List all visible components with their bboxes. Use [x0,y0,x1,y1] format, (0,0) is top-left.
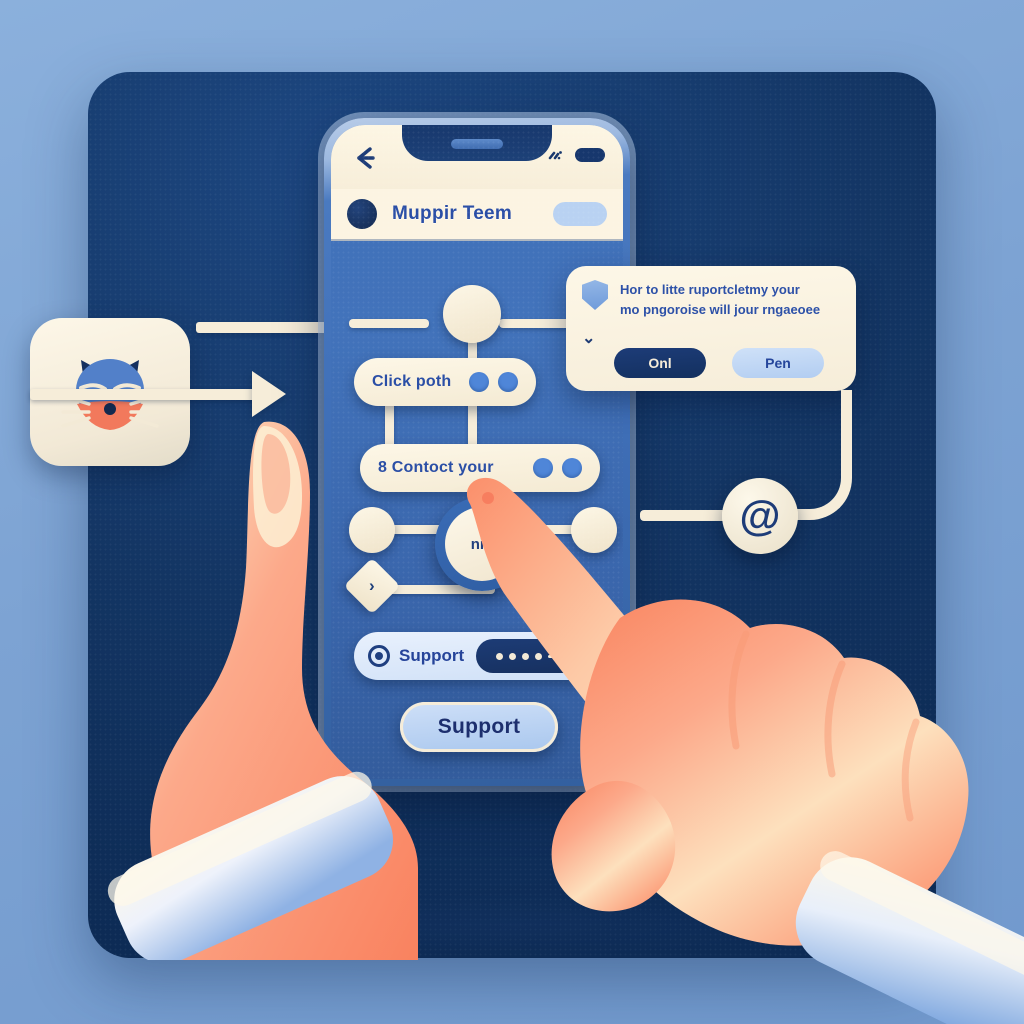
popup-content: Hor to litte ruportcletmy your mo pngoro… [582,280,840,320]
flow-arrow-main-shaft [30,389,256,400]
popup-line-2: mo pngoroise will jour rngaeoee [620,302,821,318]
illustration-canvas: › [0,0,1024,1024]
shield-icon [582,280,608,310]
status-dot [469,372,489,392]
notch-speaker [451,139,503,149]
chevron-down-icon[interactable]: ⌄ [582,328,595,348]
flow-row-1[interactable]: Click poth [354,358,536,406]
back-arrow-icon[interactable] [353,145,379,171]
status-icons [548,147,605,163]
battery-icon [575,148,605,162]
flow-node-top-circle[interactable] [443,285,501,343]
chat-header[interactable]: Muppir Teem [331,189,623,241]
left-hand [107,421,418,960]
phone-notch [402,125,552,161]
flow-row-1-label: Click poth [372,373,452,390]
header-status-pill[interactable] [553,202,607,226]
chat-title: Muppir Teem [392,203,513,224]
flow-row-1-dots [469,372,518,392]
popup-primary-button[interactable]: Onl [614,348,706,378]
wifi-icon [548,151,562,160]
avatar [347,199,377,229]
status-dot [498,372,518,392]
notification-popup[interactable]: Hor to litte ruportcletmy your mo pngoro… [566,266,856,391]
status-bar [331,125,623,189]
popup-line-1: Hor to litte ruportcletmy your [620,282,800,297]
popup-actions: Onl Pen [614,348,824,378]
popup-secondary-button[interactable]: Pen [732,348,824,378]
connector-top-left [349,319,429,328]
right-hand-pointing [466,477,1024,1024]
